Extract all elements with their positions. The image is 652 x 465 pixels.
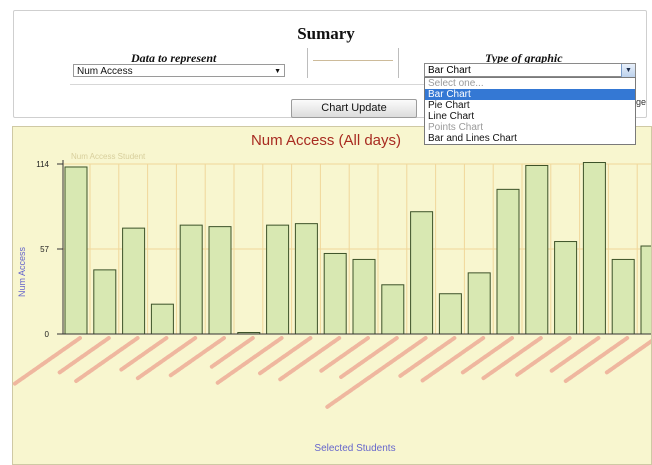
chart-update-button[interactable]: Chart Update [291, 99, 417, 118]
bar [611, 258, 635, 335]
divider-line-right [398, 48, 399, 78]
chevron-down-icon: ▼ [274, 68, 281, 75]
data-to-represent-select[interactable]: Num Access ▼ [73, 64, 285, 77]
x-tick-label-blurred [420, 336, 486, 383]
bar [640, 245, 651, 335]
x-tick-label-blurred [13, 336, 82, 386]
x-tick-label-blurred [481, 336, 543, 381]
option-points-chart[interactable]: Points Chart [425, 122, 635, 133]
x-tick-label-blurred [215, 336, 284, 385]
x-tick-label-blurred [515, 336, 572, 377]
bar [266, 224, 290, 335]
bar [150, 303, 174, 335]
x-tick-label-blurred [548, 336, 601, 374]
summary-divider [307, 48, 399, 78]
bar [554, 241, 578, 335]
bar [438, 293, 462, 335]
x-axis-title: Selected Students [314, 443, 395, 454]
option-bar-and-lines-chart[interactable]: Bar and Lines Chart [425, 133, 635, 144]
option-bar-chart[interactable]: Bar Chart [425, 89, 635, 100]
y-tick-label: 57 [40, 245, 49, 254]
option-pie-chart[interactable]: Pie Chart [425, 100, 635, 111]
x-tick-label-blurred [168, 336, 226, 378]
x-tick-label-blurred [135, 336, 198, 381]
x-tick-label-blurred [318, 336, 370, 374]
bar [582, 162, 606, 335]
y-axis-title: Num Access [17, 246, 27, 297]
bar [294, 223, 318, 335]
bar [525, 164, 549, 335]
bar [381, 284, 405, 335]
bar-chart: 0 57 114 Num Access Student Num Access Select… [13, 152, 651, 454]
x-tick-label-blurred [325, 336, 428, 409]
bar [323, 252, 347, 335]
bar [496, 188, 520, 335]
y-tick-label: 0 [45, 330, 50, 339]
chart-panel: 0 57 114 Num Access Student Num Access Select… [12, 126, 652, 465]
bar [208, 226, 232, 335]
x-tick-label-blurred [278, 336, 342, 382]
graphic-select-value: Bar Chart [428, 65, 471, 76]
x-tick-label-blurred [257, 336, 313, 376]
graphic-options-list: Select one... Bar Chart Pie Chart Line C… [424, 77, 636, 145]
option-select-one[interactable]: Select one... [425, 78, 635, 89]
bar [122, 227, 146, 335]
divider-line-center [313, 60, 393, 61]
x-tick-label-blurred [604, 339, 651, 375]
bar [467, 272, 491, 335]
bar [410, 211, 434, 335]
type-of-graphic-select[interactable]: Bar Chart ▼ [424, 63, 636, 78]
divider-line-left [307, 48, 308, 78]
x-tick-label-blurred [74, 336, 140, 384]
bar [93, 269, 117, 335]
legend-entry: Num Access Student [71, 152, 146, 161]
clipped-label: ge [636, 97, 647, 107]
x-tick-label-blurred [562, 336, 630, 384]
bar [179, 224, 203, 335]
chevron-down-icon[interactable]: ▼ [621, 64, 635, 78]
data-select-value: Num Access [77, 66, 133, 77]
x-tick-label-blurred [460, 336, 514, 375]
bar [64, 166, 88, 335]
y-tick-label: 114 [36, 160, 49, 169]
x-tick-label-blurred [57, 336, 111, 375]
summary-title: Sumary [297, 24, 355, 43]
x-tick-label-blurred [339, 336, 399, 380]
bar [352, 258, 376, 335]
option-line-chart[interactable]: Line Chart [425, 111, 635, 122]
x-tick-label-blurred [398, 336, 457, 378]
